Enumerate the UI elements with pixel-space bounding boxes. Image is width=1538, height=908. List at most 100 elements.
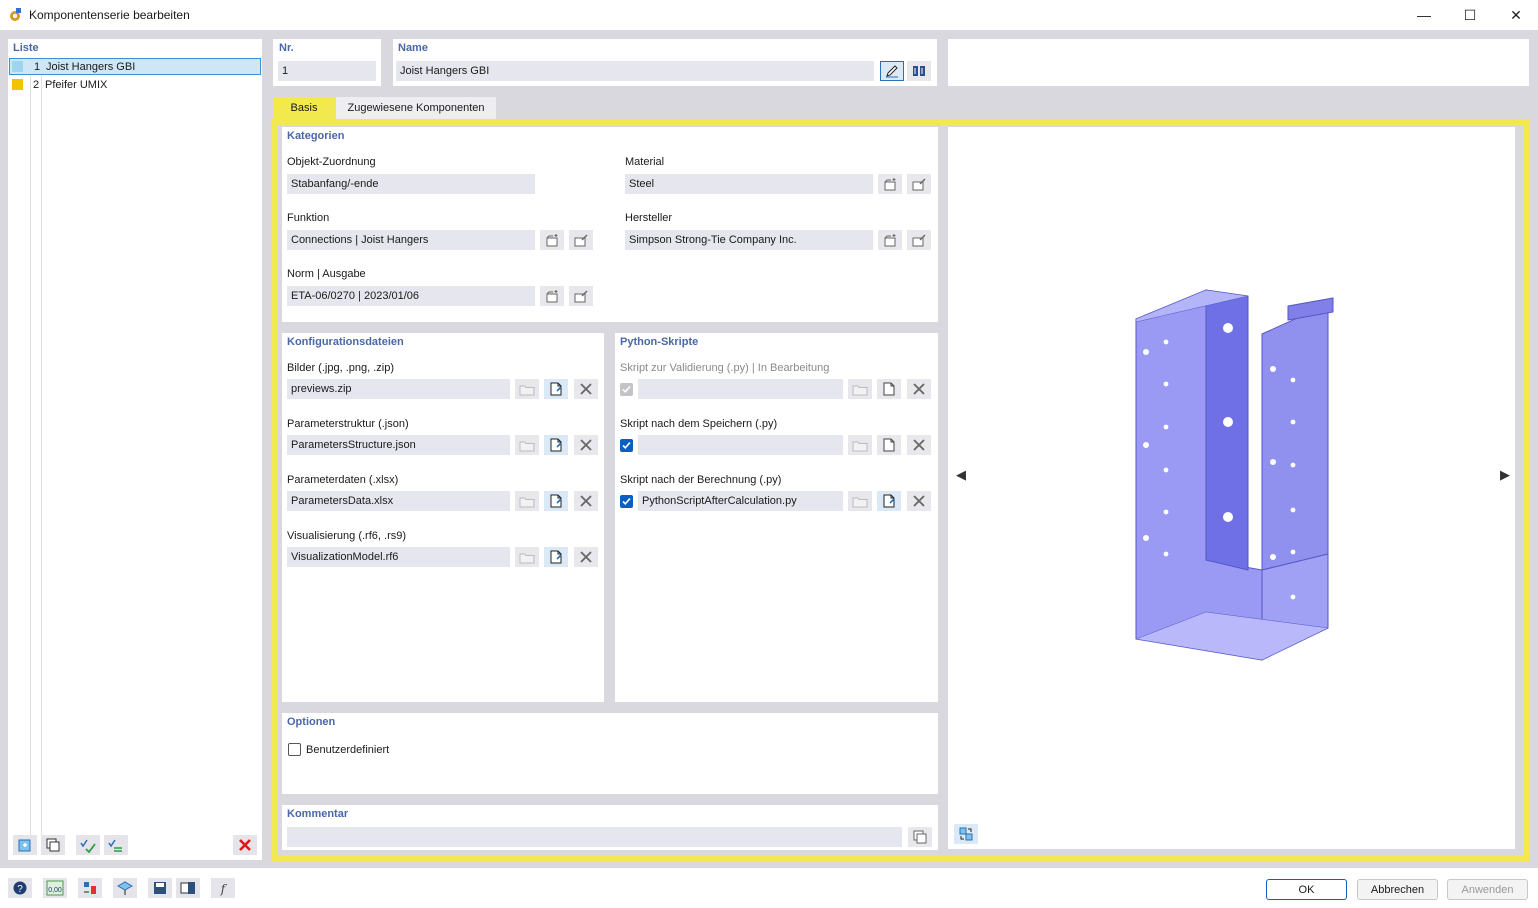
edit-file-icon[interactable] (544, 379, 568, 399)
info-panel (948, 39, 1529, 86)
material-field[interactable]: Steel (625, 174, 873, 194)
previous-image-button[interactable]: ◀ (956, 467, 966, 483)
name-field[interactable]: Joist Hangers GBI (396, 61, 874, 81)
remove-icon[interactable] (574, 435, 598, 455)
hersteller-label: Hersteller (625, 212, 673, 224)
maximize-button[interactable]: ☐ (1447, 0, 1493, 30)
new-norm-icon[interactable] (540, 286, 564, 306)
check-toggle-icon[interactable] (104, 835, 128, 855)
remove-icon[interactable] (907, 491, 931, 511)
color-swatch (12, 79, 23, 90)
folder-icon (848, 435, 872, 455)
tab-zugewiesene-komponenten[interactable]: Zugewiesene Komponenten (336, 97, 496, 119)
speichern-field[interactable] (638, 435, 843, 455)
units-icon[interactable]: 0,00 (43, 878, 67, 898)
objekt-field[interactable]: Stabanfang/-ende (287, 174, 535, 194)
remove-icon[interactable] (907, 379, 931, 399)
anwenden-button[interactable]: Anwenden (1447, 879, 1528, 900)
color-swatch (12, 61, 23, 72)
list-item[interactable]: 2 Pfeifer UMIX (9, 76, 261, 93)
library-icon[interactable] (907, 61, 931, 81)
python-header: Python-Skripte (620, 336, 699, 348)
title-bar: Komponentenserie bearbeiten — ☐ ✕ (0, 0, 1538, 30)
berechnung-field[interactable]: PythonScriptAfterCalculation.py (638, 491, 843, 511)
preview-panel: ◀ ▶ (948, 127, 1515, 849)
edit-file-icon[interactable] (877, 379, 901, 399)
edit-material-icon[interactable] (907, 174, 931, 194)
remove-icon[interactable] (574, 547, 598, 567)
list-grid-line (30, 57, 31, 837)
hersteller-field[interactable]: Simpson Strong-Tie Company Inc. (625, 230, 873, 250)
validierung-field (638, 379, 843, 399)
visualisierung-label: Visualisierung (.rf6, .rs9) (287, 530, 407, 542)
python-panel: Python-Skripte Skript zur Validierung (.… (615, 333, 938, 702)
edit-file-icon[interactable] (544, 435, 568, 455)
help-icon[interactable]: ? (8, 878, 32, 898)
list-item-no: 2 (33, 79, 40, 91)
kategorien-panel: Kategorien Objekt-Zuordnung Stabanfang/-… (282, 127, 938, 322)
model-icon[interactable] (78, 878, 102, 898)
folder-icon (515, 435, 539, 455)
new-category-icon[interactable] (540, 230, 564, 250)
view-icon[interactable] (113, 878, 137, 898)
folder-icon (515, 491, 539, 511)
new-hersteller-icon[interactable] (878, 230, 902, 250)
bilder-field[interactable]: previews.zip (287, 379, 510, 399)
edit-file-icon[interactable] (544, 547, 568, 567)
new-icon[interactable] (13, 835, 37, 855)
edit-norm-icon[interactable] (569, 286, 593, 306)
new-material-icon[interactable] (878, 174, 902, 194)
list-item[interactable]: 1 Joist Hangers GBI (9, 58, 261, 75)
funktion-field[interactable]: Connections | Joist Hangers (287, 230, 535, 250)
edit-file-icon[interactable] (877, 435, 901, 455)
visualisierung-field[interactable]: VisualizationModel.rf6 (287, 547, 510, 567)
edit-file-icon[interactable] (877, 491, 901, 511)
next-image-button[interactable]: ▶ (1500, 467, 1510, 483)
list-header: Liste (13, 42, 39, 54)
close-button[interactable]: ✕ (1493, 0, 1538, 30)
validierung-label: Skript zur Validierung (.py) | In Bearbe… (620, 362, 830, 374)
refresh-view-icon[interactable] (954, 824, 978, 844)
norm-field[interactable]: ETA-06/0270 | 2023/01/06 (287, 286, 535, 306)
norm-label: Norm | Ausgabe (287, 268, 366, 280)
load-icon[interactable] (176, 878, 200, 898)
footer-bar: ? 0,00 f OK Abbrechen Anwenden (0, 868, 1538, 908)
remove-icon[interactable] (574, 379, 598, 399)
edit-file-icon[interactable] (544, 491, 568, 511)
nr-field[interactable]: 1 (278, 61, 376, 81)
benutzerdefiniert-checkbox[interactable] (288, 743, 301, 756)
abbrechen-button[interactable]: Abbrechen (1357, 879, 1438, 900)
name-panel: Name Joist Hangers GBI (393, 39, 937, 86)
remove-icon[interactable] (574, 491, 598, 511)
speichern-checkbox[interactable] (620, 439, 633, 452)
berechnung-label: Skript nach der Berechnung (.py) (620, 474, 782, 486)
kommentar-field[interactable] (287, 827, 902, 847)
list-item-name: Joist Hangers GBI (46, 61, 136, 73)
berechnung-checkbox[interactable] (620, 495, 633, 508)
parameterdaten-field[interactable]: ParametersData.xlsx (287, 491, 510, 511)
ok-button[interactable]: OK (1266, 879, 1347, 900)
kategorien-header: Kategorien (287, 130, 345, 142)
list-item-no: 1 (34, 61, 41, 73)
parameterstruktur-field[interactable]: ParametersStructure.json (287, 435, 510, 455)
window-title: Komponentenserie bearbeiten (29, 8, 190, 22)
remove-icon[interactable] (907, 435, 931, 455)
folder-icon (515, 547, 539, 567)
minimize-button[interactable]: — (1401, 0, 1447, 30)
copy-icon[interactable] (41, 835, 65, 855)
konfig-panel: Konfigurationsdateien Bilder (.jpg, .png… (282, 333, 604, 702)
edit-hersteller-icon[interactable] (907, 230, 931, 250)
delete-x-icon[interactable] (233, 835, 257, 855)
optionen-panel: Optionen Benutzerdefiniert (282, 713, 938, 794)
name-label: Name (398, 42, 428, 54)
formula-icon[interactable]: f (211, 878, 235, 898)
comment-copy-icon[interactable] (908, 827, 932, 847)
check-all-icon[interactable] (76, 835, 100, 855)
tab-basis[interactable]: Basis (273, 97, 335, 119)
edit-category-icon[interactable] (569, 230, 593, 250)
edit-name-icon[interactable] (880, 61, 904, 81)
parameterdaten-label: Parameterdaten (.xlsx) (287, 474, 399, 486)
save-icon[interactable] (148, 878, 172, 898)
parameterstruktur-label: Parameterstruktur (.json) (287, 418, 409, 430)
kommentar-panel: Kommentar (282, 805, 938, 850)
